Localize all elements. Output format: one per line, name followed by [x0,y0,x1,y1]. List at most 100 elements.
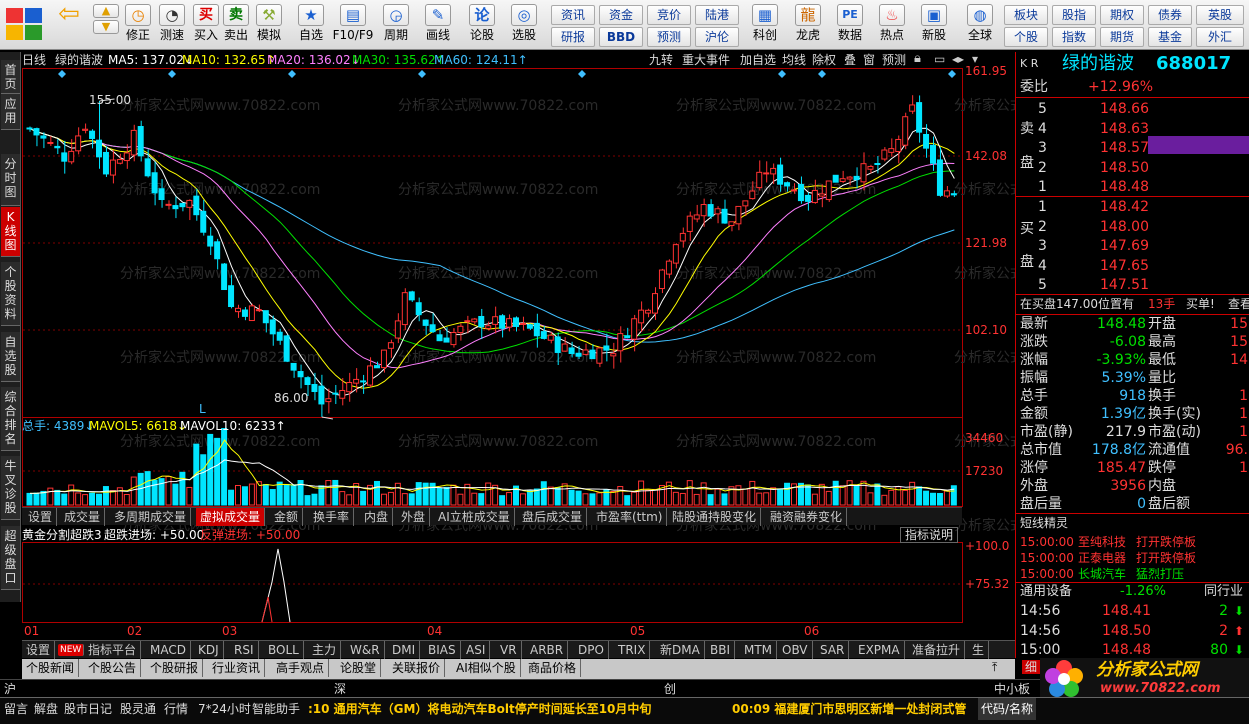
uk-stocks-button[interactable]: 英股 [1196,5,1244,25]
indices-button[interactable]: 指数 [1052,27,1096,47]
bid-row[interactable]: 5 147.51 [1016,276,1249,294]
info-tab-related[interactable]: 关联报价 [388,659,446,677]
ind-tab-pe-ttm[interactable]: 市盈率(ttm) [592,508,668,526]
news-button[interactable]: 资讯 [551,5,595,25]
discuss-button[interactable]: 论论股 [464,2,500,48]
period-button[interactable]: ◶ 周期 [378,2,414,48]
tab-intraday[interactable]: 分时图 [1,154,20,206]
scroll-top-icon[interactable]: ⤒ [988,658,1001,676]
info-tab-commodities[interactable]: 商品价格 [524,659,582,677]
ind-tab-multi-volume[interactable]: 多周期成交量 [110,508,192,526]
btab-kdj[interactable]: KDJ [194,641,224,659]
btab-new-dma[interactable]: 新DMA [656,641,705,659]
research-button[interactable]: 研报 [551,27,595,47]
info-tab-industry[interactable]: 行业资讯 [208,659,266,677]
sme-index-label[interactable]: 中小板 [994,682,1030,696]
hotspot-button[interactable]: ♨ 热点 [874,2,910,48]
ma-settings-button[interactable]: 均线 [782,53,806,67]
industry-more[interactable]: 同行业 [1204,583,1243,601]
global-button[interactable]: ◍ 全球 [960,2,1000,48]
btab-mtm[interactable]: MTM [740,641,778,659]
stocks-button[interactable]: 个股 [1004,27,1048,47]
info-tab-news[interactable]: 个股新闻 [22,659,80,677]
bid-row[interactable]: 4 147.65 [1016,257,1249,275]
f10-button[interactable]: ▤ F10/F9 [332,2,374,48]
bbd-button[interactable]: BBD [599,27,643,47]
btab-indicator-platform[interactable]: 指标平台 [84,641,142,659]
tab-kline[interactable]: K线图 [1,207,20,257]
info-tab-announcements[interactable]: 个股公告 [84,659,142,677]
ask-row[interactable]: 4 148.63 [1016,120,1249,138]
kline-chart-area[interactable]: 分析家公式网www.70822.com 分析家公式网www.70822.com 分析… [22,52,1015,638]
futures-button[interactable]: 期货 [1100,27,1144,47]
tab-diagnosis[interactable]: 牛叉诊股 [1,456,20,520]
ind-tab-volume[interactable]: 成交量 [60,508,106,526]
ask-row[interactable]: 5 148.66 [1016,100,1249,118]
funds-market-button[interactable]: 基金 [1148,27,1192,47]
ask-row[interactable]: 1 148.48 [1016,178,1249,196]
ind-tab-settings[interactable]: 设置 [24,508,58,526]
ind-tab-ai-volume[interactable]: AI立桩成交量 [434,508,515,526]
short-line-item[interactable]: 15:00:00 长城汽车 猛烈打压 [1016,565,1249,583]
app-logo-icon[interactable] [6,8,44,42]
status-24h[interactable]: 7*24小时 [198,698,251,720]
simulate-button[interactable]: ⚒ 模拟 [252,2,286,48]
options-button[interactable]: 期权 [1100,5,1144,25]
sell-button[interactable]: 卖卖出 [222,2,250,48]
status-market[interactable]: 行情 [164,698,188,720]
btab-vr[interactable]: VR [496,641,522,659]
lock-icon[interactable]: 🔒︎ [914,52,921,66]
ind-tab-inner[interactable]: 内盘 [360,508,394,526]
btab-macd[interactable]: MACD [146,641,191,659]
btab-main-force[interactable]: 主力 [308,641,342,659]
auction-button[interactable]: 竞价 [647,5,691,25]
ind-tab-amount[interactable]: 金额 [270,508,304,526]
add-watchlist-button[interactable]: 加自选 [740,53,776,67]
tab-super-orderbook[interactable]: 超级盘口 [1,526,20,590]
star-market-button[interactable]: ▦ 科创 [746,2,784,48]
data-button[interactable]: PE 数据 [832,2,868,48]
info-tab-forum[interactable]: 论股堂 [336,659,382,677]
ind-tab-after-hours[interactable]: 盘后成交量 [518,508,588,526]
window-button[interactable]: 窗 [863,53,875,67]
forecast-button[interactable]: 预测 [647,27,691,47]
info-tab-ai-similar[interactable]: AI相似个股 [452,659,521,677]
btab-rsi[interactable]: RSI [230,641,259,659]
print-icon[interactable]: ▭ [934,52,945,66]
info-tab-reports[interactable]: 个股研报 [146,659,204,677]
index-futures-button[interactable]: 股指 [1052,5,1096,25]
ind-tab-margin[interactable]: 融资融券变化 [766,508,848,526]
status-stock-tips[interactable]: 股灵通 [120,698,156,720]
btab-bias[interactable]: BIAS [424,641,461,659]
ipo-button[interactable]: ▣ 新股 [916,2,952,48]
detail-vertical-tab[interactable]: 细 [1022,660,1041,674]
bid-row[interactable]: 3 147.69 [1016,237,1249,255]
btab-expma[interactable]: EXPMA [854,641,905,659]
btab-trix[interactable]: TRIX [614,641,651,659]
btab-arbr[interactable]: ARBR [526,641,569,659]
bid-row[interactable]: 2 148.00 [1016,218,1249,236]
chinext-index-label[interactable]: 创 [664,682,676,696]
prediction-button[interactable]: 预测 [882,53,906,67]
status-assistant[interactable]: 智能助手 [252,698,300,720]
sector-button[interactable]: 板块 [1004,5,1048,25]
ask-row[interactable]: 2 148.50 [1016,159,1249,177]
up-down-button[interactable]: ▲ ▼ [92,2,120,48]
ind-tab-virtual-volume[interactable]: 虚拟成交量 [196,508,266,526]
draw-button[interactable]: ✎ 画线 [420,2,456,48]
news-ticker-1[interactable]: :10 通用汽车（GM）将电动汽车Bolt停产时间延长至10月中旬 [308,698,651,720]
ind-tab-outer[interactable]: 外盘 [397,508,431,526]
speedtest-button[interactable]: ◔ 测速 [156,2,188,48]
watchlist-button[interactable]: ★ 自选 [294,2,328,48]
status-diary[interactable]: 股市日记 [64,698,112,720]
btab-settings[interactable]: 设置 [22,641,56,659]
indicator-help-button[interactable]: 指标说明 [900,527,959,543]
fix-button[interactable]: ◷ 修正 [122,2,154,48]
sz-index-label[interactable]: 深 [334,682,346,696]
status-analysis[interactable]: 解盘 [34,698,58,720]
bonds-button[interactable]: 债券 [1148,5,1192,25]
btab-asi[interactable]: ASI [462,641,491,659]
kline-chart-svg[interactable]: 分析家公式网www.70822.com 分析家公式网www.70822.com 分析… [22,52,1015,638]
btab-sar[interactable]: SAR [816,641,850,659]
ind-tab-hk-holding[interactable]: 陆股通持股变化 [668,508,762,526]
